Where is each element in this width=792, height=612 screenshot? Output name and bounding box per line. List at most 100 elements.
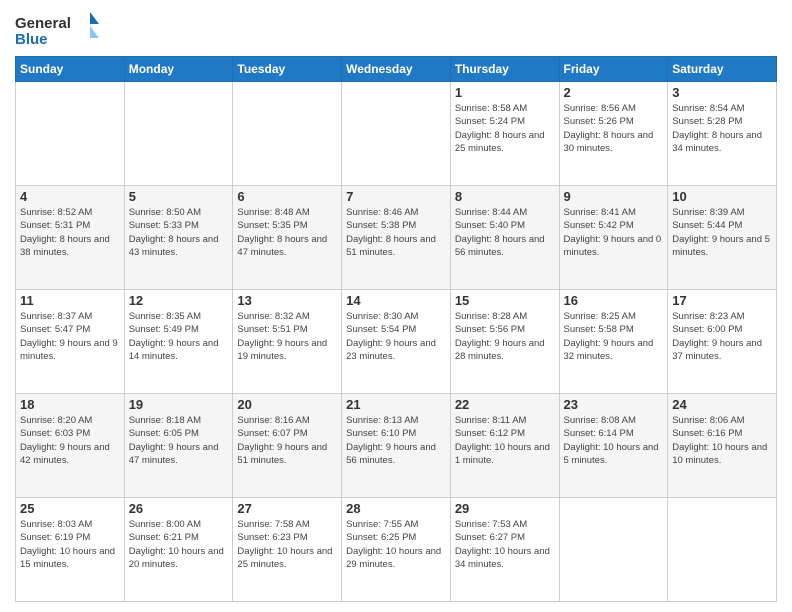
day-info: Sunrise: 8:35 AM Sunset: 5:49 PM Dayligh… bbox=[129, 310, 229, 363]
day-number: 29 bbox=[455, 501, 555, 516]
calendar-cell: 4 Sunrise: 8:52 AM Sunset: 5:31 PM Daylig… bbox=[16, 186, 125, 290]
day-info: Sunrise: 8:44 AM Sunset: 5:40 PM Dayligh… bbox=[455, 206, 555, 259]
logo-svg: General Blue bbox=[15, 10, 105, 48]
day-info: Sunrise: 8:41 AM Sunset: 5:42 PM Dayligh… bbox=[564, 206, 664, 259]
calendar-cell: 14 Sunrise: 8:30 AM Sunset: 5:54 PM Dayli… bbox=[342, 290, 451, 394]
calendar-cell: 27 Sunrise: 7:58 AM Sunset: 6:23 PM Dayli… bbox=[233, 498, 342, 602]
day-info: Sunrise: 8:58 AM Sunset: 5:24 PM Dayligh… bbox=[455, 102, 555, 155]
calendar-cell: 28 Sunrise: 7:55 AM Sunset: 6:25 PM Dayli… bbox=[342, 498, 451, 602]
calendar-cell: 8 Sunrise: 8:44 AM Sunset: 5:40 PM Daylig… bbox=[450, 186, 559, 290]
logo: General Blue bbox=[15, 10, 105, 48]
day-info: Sunrise: 8:18 AM Sunset: 6:05 PM Dayligh… bbox=[129, 414, 229, 467]
calendar-cell: 5 Sunrise: 8:50 AM Sunset: 5:33 PM Daylig… bbox=[124, 186, 233, 290]
day-info: Sunrise: 8:13 AM Sunset: 6:10 PM Dayligh… bbox=[346, 414, 446, 467]
day-number: 21 bbox=[346, 397, 446, 412]
calendar-cell: 25 Sunrise: 8:03 AM Sunset: 6:19 PM Dayli… bbox=[16, 498, 125, 602]
day-header-sunday: Sunday bbox=[16, 57, 125, 82]
day-info: Sunrise: 8:37 AM Sunset: 5:47 PM Dayligh… bbox=[20, 310, 120, 363]
calendar-cell: 9 Sunrise: 8:41 AM Sunset: 5:42 PM Daylig… bbox=[559, 186, 668, 290]
calendar-cell: 13 Sunrise: 8:32 AM Sunset: 5:51 PM Dayli… bbox=[233, 290, 342, 394]
day-number: 12 bbox=[129, 293, 229, 308]
day-number: 23 bbox=[564, 397, 664, 412]
day-info: Sunrise: 8:30 AM Sunset: 5:54 PM Dayligh… bbox=[346, 310, 446, 363]
day-header-wednesday: Wednesday bbox=[342, 57, 451, 82]
calendar-cell: 10 Sunrise: 8:39 AM Sunset: 5:44 PM Dayli… bbox=[668, 186, 777, 290]
day-number: 4 bbox=[20, 189, 120, 204]
day-info: Sunrise: 8:00 AM Sunset: 6:21 PM Dayligh… bbox=[129, 518, 229, 571]
svg-text:General: General bbox=[15, 15, 71, 32]
day-info: Sunrise: 7:55 AM Sunset: 6:25 PM Dayligh… bbox=[346, 518, 446, 571]
day-number: 10 bbox=[672, 189, 772, 204]
calendar-cell: 16Sunrise: 8:25 AM Sunset: 5:58 PM Dayli… bbox=[559, 290, 668, 394]
calendar-cell: 26 Sunrise: 8:00 AM Sunset: 6:21 PM Dayli… bbox=[124, 498, 233, 602]
day-number: 9 bbox=[564, 189, 664, 204]
calendar-cell bbox=[124, 82, 233, 186]
calendar-cell: 7 Sunrise: 8:46 AM Sunset: 5:38 PM Daylig… bbox=[342, 186, 451, 290]
day-number: 22 bbox=[455, 397, 555, 412]
day-info: Sunrise: 8:52 AM Sunset: 5:31 PM Dayligh… bbox=[20, 206, 120, 259]
day-info: Sunrise: 8:39 AM Sunset: 5:44 PM Dayligh… bbox=[672, 206, 772, 259]
day-number: 6 bbox=[237, 189, 337, 204]
day-info: Sunrise: 8:46 AM Sunset: 5:38 PM Dayligh… bbox=[346, 206, 446, 259]
day-number: 8 bbox=[455, 189, 555, 204]
calendar-cell: 20 Sunrise: 8:16 AM Sunset: 6:07 PM Dayli… bbox=[233, 394, 342, 498]
calendar-cell: 11 Sunrise: 8:37 AM Sunset: 5:47 PM Dayli… bbox=[16, 290, 125, 394]
calendar-cell bbox=[559, 498, 668, 602]
day-info: Sunrise: 8:20 AM Sunset: 6:03 PM Dayligh… bbox=[20, 414, 120, 467]
day-info: Sunrise: 8:16 AM Sunset: 6:07 PM Dayligh… bbox=[237, 414, 337, 467]
day-number: 28 bbox=[346, 501, 446, 516]
day-info: Sunrise: 8:32 AM Sunset: 5:51 PM Dayligh… bbox=[237, 310, 337, 363]
day-info: Sunrise: 8:11 AM Sunset: 6:12 PM Dayligh… bbox=[455, 414, 555, 467]
calendar-cell: 6 Sunrise: 8:48 AM Sunset: 5:35 PM Daylig… bbox=[233, 186, 342, 290]
day-number: 25 bbox=[20, 501, 120, 516]
calendar-cell bbox=[342, 82, 451, 186]
calendar-cell bbox=[668, 498, 777, 602]
calendar-cell: 24 Sunrise: 8:06 AM Sunset: 6:16 PM Dayli… bbox=[668, 394, 777, 498]
calendar-cell: 21 Sunrise: 8:13 AM Sunset: 6:10 PM Dayli… bbox=[342, 394, 451, 498]
calendar-cell: 2Sunrise: 8:56 AM Sunset: 5:26 PM Daylig… bbox=[559, 82, 668, 186]
day-info: Sunrise: 8:54 AM Sunset: 5:28 PM Dayligh… bbox=[672, 102, 772, 155]
day-info: Sunrise: 8:48 AM Sunset: 5:35 PM Dayligh… bbox=[237, 206, 337, 259]
day-info: Sunrise: 8:08 AM Sunset: 6:14 PM Dayligh… bbox=[564, 414, 664, 467]
day-info: Sunrise: 8:23 AM Sunset: 6:00 PM Dayligh… bbox=[672, 310, 772, 363]
calendar-cell: 19 Sunrise: 8:18 AM Sunset: 6:05 PM Dayli… bbox=[124, 394, 233, 498]
day-number: 7 bbox=[346, 189, 446, 204]
day-header-friday: Friday bbox=[559, 57, 668, 82]
day-number: 18 bbox=[20, 397, 120, 412]
svg-text:Blue: Blue bbox=[15, 31, 48, 48]
page-header: General Blue bbox=[15, 10, 777, 48]
day-number: 2 bbox=[564, 85, 664, 100]
day-number: 19 bbox=[129, 397, 229, 412]
day-number: 14 bbox=[346, 293, 446, 308]
day-number: 27 bbox=[237, 501, 337, 516]
day-header-monday: Monday bbox=[124, 57, 233, 82]
day-number: 5 bbox=[129, 189, 229, 204]
calendar-cell: 18 Sunrise: 8:20 AM Sunset: 6:03 PM Dayli… bbox=[16, 394, 125, 498]
day-number: 16 bbox=[564, 293, 664, 308]
calendar-cell: 23 Sunrise: 8:08 AM Sunset: 6:14 PM Dayli… bbox=[559, 394, 668, 498]
calendar-cell: 17 Sunrise: 8:23 AM Sunset: 6:00 PM Dayli… bbox=[668, 290, 777, 394]
day-number: 20 bbox=[237, 397, 337, 412]
day-info: Sunrise: 8:06 AM Sunset: 6:16 PM Dayligh… bbox=[672, 414, 772, 467]
calendar-cell: 12 Sunrise: 8:35 AM Sunset: 5:49 PM Dayli… bbox=[124, 290, 233, 394]
calendar-cell: 3 Sunrise: 8:54 AM Sunset: 5:28 PM Daylig… bbox=[668, 82, 777, 186]
day-info: Sunrise: 8:28 AM Sunset: 5:56 PM Dayligh… bbox=[455, 310, 555, 363]
day-number: 26 bbox=[129, 501, 229, 516]
calendar-cell bbox=[16, 82, 125, 186]
calendar-cell: 15 Sunrise: 8:28 AM Sunset: 5:56 PM Dayli… bbox=[450, 290, 559, 394]
day-number: 13 bbox=[237, 293, 337, 308]
day-number: 3 bbox=[672, 85, 772, 100]
day-info: Sunrise: 7:58 AM Sunset: 6:23 PM Dayligh… bbox=[237, 518, 337, 571]
day-number: 11 bbox=[20, 293, 120, 308]
day-header-thursday: Thursday bbox=[450, 57, 559, 82]
day-info: Sunrise: 8:50 AM Sunset: 5:33 PM Dayligh… bbox=[129, 206, 229, 259]
calendar-cell: 1Sunrise: 8:58 AM Sunset: 5:24 PM Daylig… bbox=[450, 82, 559, 186]
day-number: 17 bbox=[672, 293, 772, 308]
calendar-cell bbox=[233, 82, 342, 186]
day-number: 15 bbox=[455, 293, 555, 308]
day-info: Sunrise: 7:53 AM Sunset: 6:27 PM Dayligh… bbox=[455, 518, 555, 571]
day-info: Sunrise: 8:03 AM Sunset: 6:19 PM Dayligh… bbox=[20, 518, 120, 571]
day-number: 24 bbox=[672, 397, 772, 412]
calendar-table: SundayMondayTuesdayWednesdayThursdayFrid… bbox=[15, 56, 777, 602]
calendar-cell: 22 Sunrise: 8:11 AM Sunset: 6:12 PM Dayli… bbox=[450, 394, 559, 498]
